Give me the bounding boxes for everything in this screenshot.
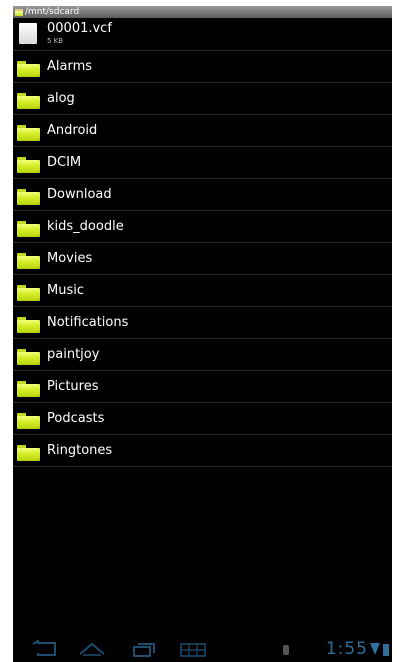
list-item-folder[interactable]: alog bbox=[13, 83, 392, 115]
folder-icon bbox=[17, 221, 40, 237]
list-item-folder[interactable]: Download bbox=[13, 179, 392, 211]
list-item-folder[interactable]: Alarms bbox=[13, 51, 392, 83]
folder-icon bbox=[17, 285, 40, 301]
folder-label: Download bbox=[47, 187, 112, 202]
folder-label: DCIM bbox=[47, 155, 82, 170]
folder-label: Movies bbox=[47, 251, 93, 266]
system-nav-bar: 1:55 bbox=[13, 636, 392, 662]
current-path: /mnt/sdcard bbox=[25, 7, 80, 17]
list-item-folder[interactable]: Pictures bbox=[13, 371, 392, 403]
list-item-folder[interactable]: DCIM bbox=[13, 147, 392, 179]
folder-icon bbox=[17, 381, 40, 397]
folder-label: Ringtones bbox=[47, 443, 113, 458]
home-icon[interactable] bbox=[77, 640, 107, 658]
folder-label: Podcasts bbox=[47, 411, 105, 426]
list-item-folder[interactable]: Android bbox=[13, 115, 392, 147]
folder-icon bbox=[17, 413, 40, 429]
folder-label: paintjoy bbox=[47, 347, 100, 362]
list-item-folder[interactable]: Movies bbox=[13, 243, 392, 275]
folder-label: Pictures bbox=[47, 379, 99, 394]
wifi-icon bbox=[370, 642, 380, 661]
list-item-folder[interactable]: Podcasts bbox=[13, 403, 392, 435]
folder-label: kids_doodle bbox=[47, 219, 124, 234]
back-icon[interactable] bbox=[29, 640, 59, 658]
folder-icon bbox=[15, 8, 23, 16]
screen: /mnt/sdcard 00001.vcf 5 KB Alarms alog And… bbox=[13, 6, 392, 662]
folder-icon bbox=[17, 189, 40, 205]
list-item-folder[interactable]: Notifications bbox=[13, 307, 392, 339]
battery-icon bbox=[383, 642, 389, 661]
list-item-folder[interactable]: kids_doodle bbox=[13, 211, 392, 243]
folder-icon bbox=[17, 317, 40, 333]
file-icon bbox=[19, 23, 37, 44]
folder-icon bbox=[17, 61, 40, 77]
file-size: 5 KB bbox=[47, 37, 64, 45]
folder-label: Notifications bbox=[47, 315, 129, 330]
folder-icon bbox=[17, 157, 40, 173]
folder-icon bbox=[17, 125, 40, 141]
folder-icon bbox=[17, 445, 40, 461]
folder-label: alog bbox=[47, 91, 75, 106]
folder-label: Alarms bbox=[47, 59, 93, 74]
folder-icon bbox=[17, 253, 40, 269]
usb-icon bbox=[281, 642, 291, 661]
folder-label: Music bbox=[47, 283, 84, 298]
folder-label: Android bbox=[47, 123, 98, 138]
folder-icon bbox=[17, 93, 40, 109]
file-name: 00001.vcf bbox=[47, 21, 112, 36]
path-bar: /mnt/sdcard bbox=[13, 6, 392, 18]
list-item-folder[interactable]: paintjoy bbox=[13, 339, 392, 371]
clock: 1:55 bbox=[325, 639, 368, 659]
list-item-file[interactable]: 00001.vcf 5 KB bbox=[13, 18, 392, 51]
list-item-folder[interactable]: Ringtones bbox=[13, 435, 392, 467]
folder-icon bbox=[17, 349, 40, 365]
screenshot-icon[interactable] bbox=[178, 640, 208, 658]
file-list: 00001.vcf 5 KB Alarms alog Android DCIM Down… bbox=[13, 18, 392, 467]
recent-apps-icon[interactable] bbox=[130, 640, 160, 658]
list-item-folder[interactable]: Music bbox=[13, 275, 392, 307]
